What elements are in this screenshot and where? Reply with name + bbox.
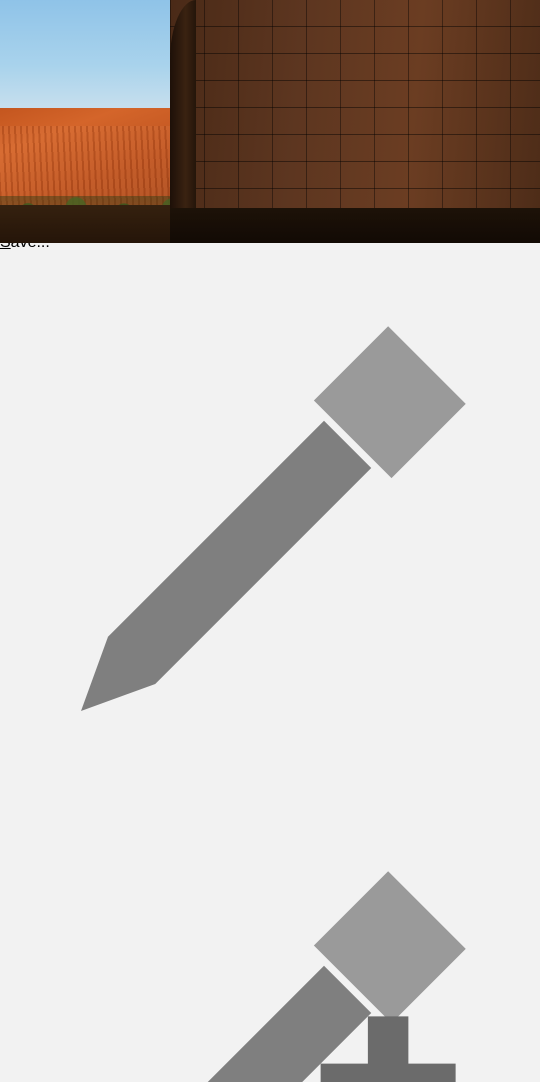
eyedropper-sample-icon[interactable] <box>0 252 540 792</box>
stone-wall-edge <box>170 0 196 243</box>
background-photo <box>0 0 540 243</box>
eyedropper-add-icon[interactable] <box>0 797 540 1082</box>
wall-base-shadow <box>170 208 540 243</box>
eyedropper-group <box>0 252 540 1082</box>
stone-wall-region <box>170 0 540 243</box>
